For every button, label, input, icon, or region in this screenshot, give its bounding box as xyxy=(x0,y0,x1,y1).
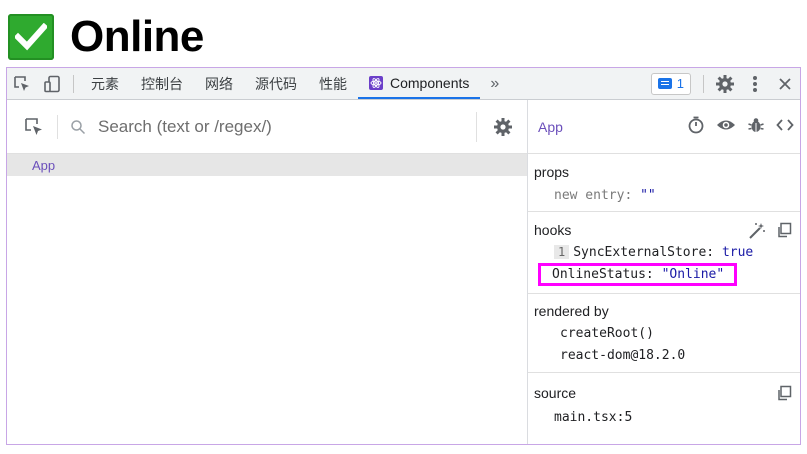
source-title: source xyxy=(534,385,577,401)
tab-console[interactable]: 控制台 xyxy=(130,68,194,99)
tab-performance[interactable]: 性能 xyxy=(308,68,358,99)
prop-key: new entry xyxy=(554,188,625,203)
tab-sources[interactable]: 源代码 xyxy=(244,68,308,99)
prop-value[interactable]: "" xyxy=(640,188,656,203)
copy-icon[interactable] xyxy=(776,385,792,406)
debug-bug-icon[interactable] xyxy=(747,116,765,139)
page-title: Online xyxy=(70,12,204,61)
component-search-bar: Search (text or /regex/) xyxy=(7,100,527,154)
page-header: Online xyxy=(8,12,204,61)
hook-entry[interactable]: 1 SyncExternalStore: true xyxy=(534,245,794,260)
search-input[interactable]: Search (text or /regex/) xyxy=(98,117,476,137)
devtools-tabbar: 元素 控制台 网络 源代码 性能 Components » 1 xyxy=(7,68,800,100)
view-source-code-icon[interactable] xyxy=(776,116,794,139)
divider xyxy=(57,114,58,139)
hook-name: SyncExternalStore xyxy=(573,245,707,260)
hook-entry-highlighted[interactable]: OnlineStatus: "Online" xyxy=(534,260,794,286)
settings-gear-icon[interactable] xyxy=(710,69,740,99)
hook-value[interactable]: true xyxy=(722,245,753,260)
prop-entry[interactable]: new entry: "" xyxy=(534,188,794,203)
green-check-icon xyxy=(8,14,54,60)
renderer-item: createRoot() xyxy=(560,326,654,341)
tab-network[interactable]: 网络 xyxy=(194,68,244,99)
component-tree-panel: Search (text or /regex/) App xyxy=(7,100,528,444)
hook-value[interactable]: "Online" xyxy=(662,267,725,282)
inspected-element-panel: App props new entry: "" hooks 1 SyncExte… xyxy=(528,100,800,444)
rendered-by-section: rendered by createRoot() react-dom@18.2.… xyxy=(528,294,800,373)
props-title: props xyxy=(534,164,570,180)
tab-components-label: Components xyxy=(390,74,470,91)
device-toolbar-icon[interactable] xyxy=(37,69,67,99)
close-icon[interactable] xyxy=(770,69,800,99)
suspend-timer-icon[interactable] xyxy=(687,116,705,139)
select-element-icon[interactable] xyxy=(24,117,44,137)
inspected-element-header: App xyxy=(528,100,800,154)
issues-counter-button[interactable]: 1 xyxy=(650,72,691,95)
inspect-element-icon[interactable] xyxy=(7,69,37,99)
divider xyxy=(73,74,74,93)
settings-gear-icon[interactable] xyxy=(493,117,513,137)
tab-components[interactable]: Components xyxy=(358,68,481,99)
highlight-box: OnlineStatus: "Online" xyxy=(538,263,738,286)
search-icon xyxy=(70,119,86,135)
more-tabs-button[interactable]: » xyxy=(480,75,509,93)
copy-icon[interactable] xyxy=(776,222,792,245)
renderer-item: react-dom@18.2.0 xyxy=(560,348,686,363)
rendered-by-title: rendered by xyxy=(534,303,609,319)
divider xyxy=(703,74,704,93)
issues-count: 1 xyxy=(676,76,684,91)
divider xyxy=(476,111,477,142)
devtools-panel: 元素 控制台 网络 源代码 性能 Components » 1 Search (… xyxy=(6,67,801,445)
more-options-icon[interactable] xyxy=(740,69,770,99)
hook-name: OnlineStatus xyxy=(552,267,646,282)
inspect-dom-eye-icon[interactable] xyxy=(716,116,736,139)
parse-hook-names-wand-icon[interactable] xyxy=(748,222,766,245)
component-name: App xyxy=(538,118,563,135)
tab-elements[interactable]: 元素 xyxy=(80,68,130,99)
react-logo-icon xyxy=(369,75,383,90)
hooks-section: hooks 1 SyncExternalStore: true OnlineSta… xyxy=(528,212,800,294)
tree-item-label: App xyxy=(32,157,56,173)
source-section: source main.tsx:5 xyxy=(528,373,800,433)
props-section: props new entry: "" xyxy=(528,154,800,212)
hook-index: 1 xyxy=(554,245,570,259)
tree-item-app[interactable]: App xyxy=(7,154,527,176)
message-icon xyxy=(657,78,672,89)
source-file-link[interactable]: main.tsx:5 xyxy=(534,410,794,425)
